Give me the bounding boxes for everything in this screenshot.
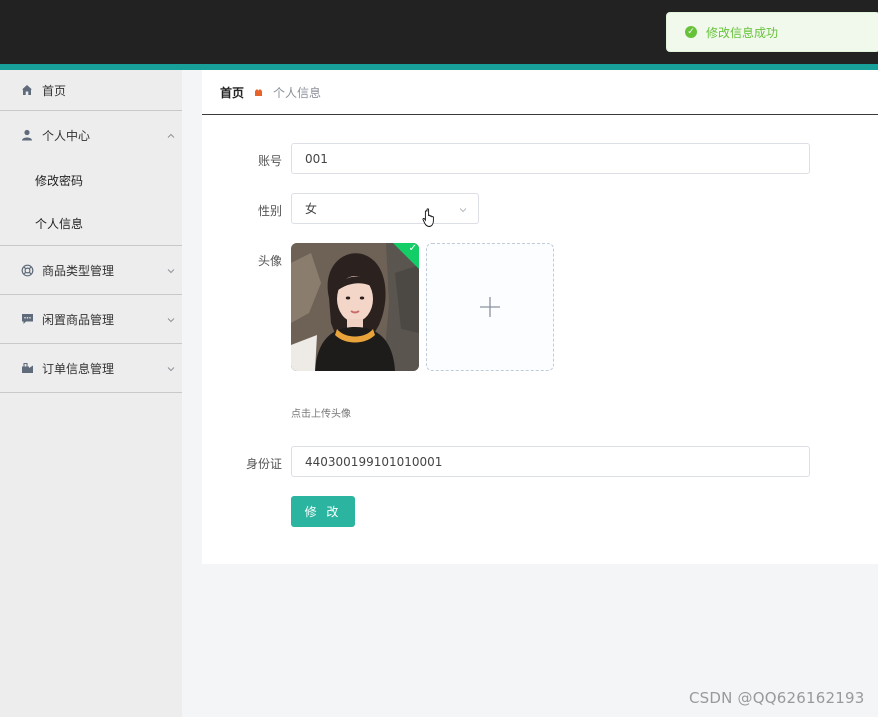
lifebuoy-icon — [20, 263, 34, 277]
account-label: 账号 — [257, 154, 282, 168]
sidebar-item-label: 订单信息管理 — [42, 361, 115, 376]
chevron-down-icon — [458, 204, 468, 214]
gender-label: 性别 — [257, 204, 282, 218]
sidebar-item-personal-center[interactable]: 个人中心 — [0, 111, 182, 159]
id-card-label: 身份证 — [245, 457, 282, 471]
chevron-up-icon — [166, 130, 176, 140]
plus-icon — [480, 297, 500, 317]
id-card-value: 440300199101010001 — [305, 454, 443, 469]
sidebar-item-label: 个人中心 — [42, 128, 91, 143]
sidebar-item-product-type[interactable]: 商品类型管理 — [0, 246, 182, 295]
toast-message: 修改信息成功 — [706, 25, 779, 40]
upload-tip: 点击上传头像 — [291, 409, 351, 420]
sidebar-subitem-change-password[interactable]: 修改密码 — [0, 159, 182, 202]
submit-button[interactable]: 修 改 — [291, 496, 355, 527]
main-panel: 首页 个人信息 账号 001 性别 女 头像 ✓ 点击上传头像 身份证 4403… — [202, 70, 878, 564]
sidebar-item-home[interactable]: 首页 — [0, 70, 182, 111]
avatar-image[interactable]: ✓ — [291, 243, 419, 371]
sidebar-group-personal-center: 个人中心 修改密码 个人信息 — [0, 111, 182, 246]
sidebar-subitem-label: 个人信息 — [35, 217, 84, 231]
sidebar-item-label: 商品类型管理 — [42, 263, 115, 278]
breadcrumb-separator-icon — [254, 88, 263, 97]
sidebar-subitem-label: 修改密码 — [35, 174, 84, 188]
success-toast: ✓ 修改信息成功 — [666, 12, 878, 52]
user-icon — [20, 128, 34, 142]
order-icon — [20, 361, 34, 375]
avatar-label: 头像 — [257, 254, 282, 268]
breadcrumb-current: 个人信息 — [273, 85, 322, 100]
gender-value: 女 — [305, 202, 318, 216]
watermark: CSDN @QQ626162193 — [689, 689, 865, 707]
id-card-input[interactable]: 440300199101010001 — [291, 446, 810, 477]
chevron-down-icon — [166, 314, 176, 324]
home-icon — [20, 83, 34, 97]
sidebar: 首页 个人中心 修改密码 个人信息 商品类型管理 闲置商品管理 订单信息管理 — [0, 70, 182, 717]
chevron-down-icon — [166, 265, 176, 275]
check-icon: ✓ — [408, 243, 417, 254]
breadcrumb: 首页 个人信息 — [202, 70, 878, 115]
gender-select[interactable]: 女 — [291, 193, 479, 224]
sidebar-subitem-personal-info[interactable]: 个人信息 — [0, 202, 182, 245]
avatar-upload-box[interactable] — [426, 243, 554, 371]
sidebar-item-idle-goods[interactable]: 闲置商品管理 — [0, 295, 182, 344]
sidebar-item-label: 首页 — [42, 83, 67, 98]
success-check-icon: ✓ — [685, 26, 697, 38]
sidebar-item-label: 闲置商品管理 — [42, 312, 115, 327]
chevron-down-icon — [166, 363, 176, 373]
hand-cursor-icon — [422, 208, 434, 227]
sidebar-item-order-info[interactable]: 订单信息管理 — [0, 344, 182, 393]
account-value: 001 — [305, 151, 328, 166]
breadcrumb-home[interactable]: 首页 — [220, 84, 244, 101]
chat-icon — [20, 312, 34, 326]
account-input[interactable]: 001 — [291, 143, 810, 174]
